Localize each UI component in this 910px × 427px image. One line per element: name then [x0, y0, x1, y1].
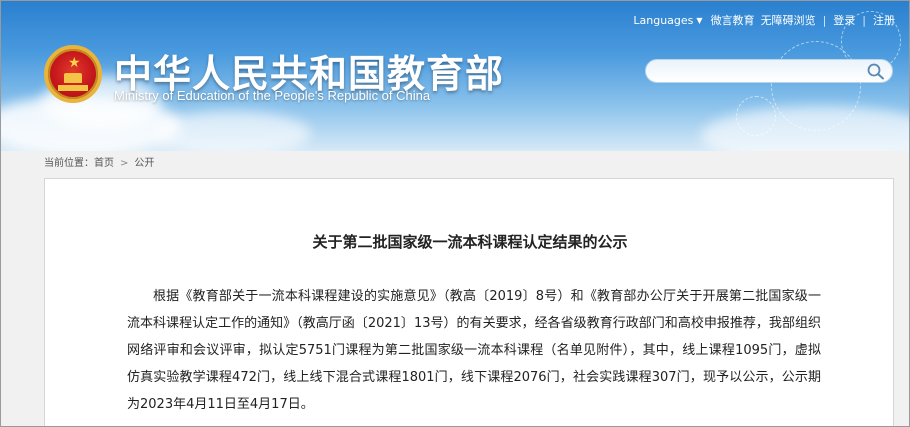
breadcrumb-separator: >: [120, 158, 129, 169]
search-input[interactable]: [656, 63, 856, 79]
chevron-down-icon[interactable]: ▼: [696, 16, 702, 25]
article-body: 根据《教育部关于一流本科课程建设的实施意见》（教高〔2019〕8号）和《教育部办…: [127, 289, 821, 412]
languages-link[interactable]: Languages: [633, 14, 693, 27]
tiananmen-icon: [64, 73, 82, 83]
breadcrumb-home[interactable]: 首页: [94, 158, 114, 169]
accessible-browse-link[interactable]: 无障碍浏览: [761, 12, 816, 28]
browser-viewport: Languages ▼ 微言教育 无障碍浏览 | 登录 | 注册 ★ 中华人民共…: [0, 0, 910, 427]
national-emblem-logo[interactable]: ★: [44, 45, 102, 103]
star-icon: ★: [68, 55, 81, 71]
article-title: 关于第二批国家级一流本科课程认定结果的公示: [312, 233, 628, 251]
divider: |: [822, 13, 827, 27]
site-header: Languages ▼ 微言教育 无障碍浏览 | 登录 | 注册 ★ 中华人民共…: [1, 1, 909, 151]
site-subtitle: Ministry of Education of the People's Re…: [114, 88, 431, 103]
cloud-decoration: [151, 111, 311, 151]
search-icon[interactable]: [866, 62, 886, 80]
weibo-link[interactable]: 微言教育: [711, 12, 755, 28]
dandelion-decoration: [736, 96, 776, 136]
register-link[interactable]: 注册: [873, 12, 895, 28]
divider: |: [862, 13, 866, 27]
top-links: Languages ▼ 微言教育 无障碍浏览 | 登录 | 注册: [633, 12, 895, 28]
breadcrumb-section[interactable]: 公开: [134, 158, 154, 169]
breadcrumb-prefix: 当前位置：: [44, 158, 94, 169]
search-box: [645, 59, 893, 83]
login-link[interactable]: 登录: [833, 12, 855, 28]
breadcrumb: 当前位置：首页 > 公开: [44, 154, 154, 169]
article-container: 关于第二批国家级一流本科课程认定结果的公示 根据《教育部关于一流本科课程建设的实…: [44, 178, 894, 426]
